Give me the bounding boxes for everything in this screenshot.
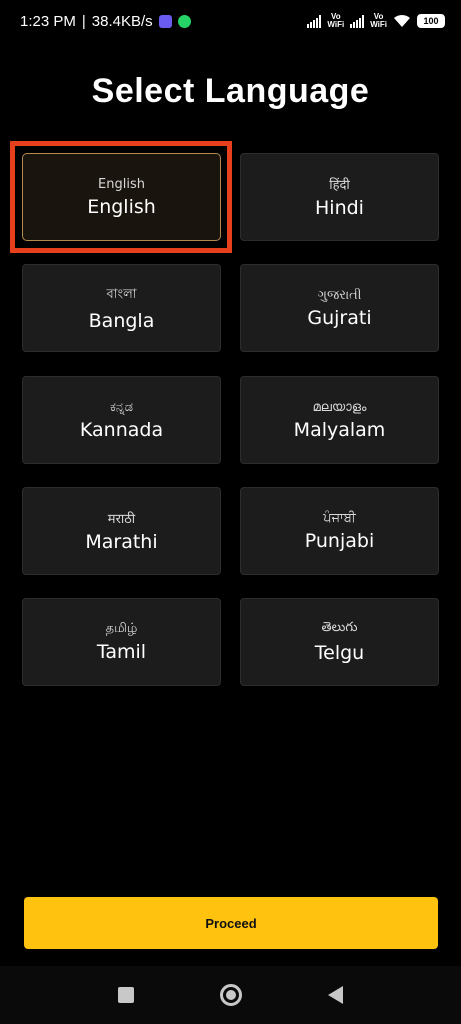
language-english-name: English <box>87 195 156 218</box>
whatsapp-icon <box>177 14 191 28</box>
vowifi-icon: Vo WiFi <box>370 13 387 29</box>
status-right: Vo WiFi Vo WiFi 100 <box>307 13 445 29</box>
language-english-name: Hindi <box>315 197 364 219</box>
language-english-name: Punjabi <box>304 529 375 552</box>
language-english-name: Marathi <box>85 531 158 553</box>
language-native-name: தமிழ் <box>105 621 138 636</box>
skype-icon <box>158 14 172 28</box>
language-native-name: తెలుగు <box>321 620 358 635</box>
language-native-name: മലയാളം <box>312 399 367 415</box>
vowifi-icon: Vo WiFi <box>327 13 344 29</box>
status-left: 1:23 PM | 38.4KB/s <box>20 13 191 30</box>
page-title: Select Language <box>91 72 370 110</box>
language-option-marathi[interactable]: मराठी Marathi <box>22 487 221 575</box>
language-option-english[interactable]: English English <box>22 153 221 241</box>
language-native-name: मराठी <box>107 512 136 527</box>
recent-apps-icon[interactable] <box>118 987 134 1003</box>
language-option-bangla[interactable]: বাংলা Bangla <box>22 264 221 352</box>
battery-icon: 100 <box>417 14 445 28</box>
language-native-name: ಕನ್ನಡ <box>109 399 134 415</box>
language-select-screen: 1:23 PM | 38.4KB/s Vo WiFi Vo WiFi 100 Sel… <box>0 0 461 1024</box>
battery-level: 100 <box>423 16 439 26</box>
language-option-gujrati[interactable]: ગુજરાતી Gujrati <box>240 264 439 352</box>
language-option-punjabi[interactable]: ਪੰਜਾਬੀ Punjabi <box>240 487 439 575</box>
language-english-name: Bangla <box>88 309 155 332</box>
vowifi-label-bottom: WiFi <box>327 20 345 29</box>
language-english-name: Telgu <box>314 642 365 664</box>
language-native-name: English <box>98 176 145 192</box>
status-bar: 1:23 PM | 38.4KB/s Vo WiFi Vo WiFi 100 <box>0 0 461 42</box>
language-english-name: Kannada <box>79 418 164 441</box>
back-icon[interactable] <box>328 986 343 1004</box>
language-option-hindi[interactable]: हिंदी Hindi <box>240 153 439 241</box>
language-option-malyalam[interactable]: മലയാളം Malyalam <box>240 376 439 464</box>
signal-icon <box>307 14 322 28</box>
signal-icon <box>350 14 365 28</box>
language-native-name: हिंदी <box>329 178 350 193</box>
language-option-tamil[interactable]: தமிழ் Tamil <box>22 598 221 686</box>
vowifi-label-bottom: WiFi <box>370 20 387 29</box>
language-native-name: ਪੰਜਾਬੀ <box>323 510 356 526</box>
proceed-button[interactable]: Proceed <box>24 897 438 949</box>
home-icon[interactable] <box>220 984 242 1006</box>
language-native-name: বাংলা <box>106 286 137 302</box>
language-english-name: Tamil <box>96 641 147 663</box>
system-nav-bar <box>0 966 461 1024</box>
status-time: 1:23 PM <box>20 12 76 30</box>
language-english-name: Malyalam <box>293 418 386 441</box>
language-native-name: ગુજરાતી <box>317 287 362 303</box>
language-option-telgu[interactable]: తెలుగు Telgu <box>240 598 439 686</box>
net-speed: 38.4KB/s <box>91 12 153 30</box>
status-separator: | <box>81 12 86 30</box>
language-english-name: Gujrati <box>307 306 372 329</box>
wifi-icon <box>394 14 410 27</box>
language-option-kannada[interactable]: ಕನ್ನಡ Kannada <box>22 376 221 464</box>
